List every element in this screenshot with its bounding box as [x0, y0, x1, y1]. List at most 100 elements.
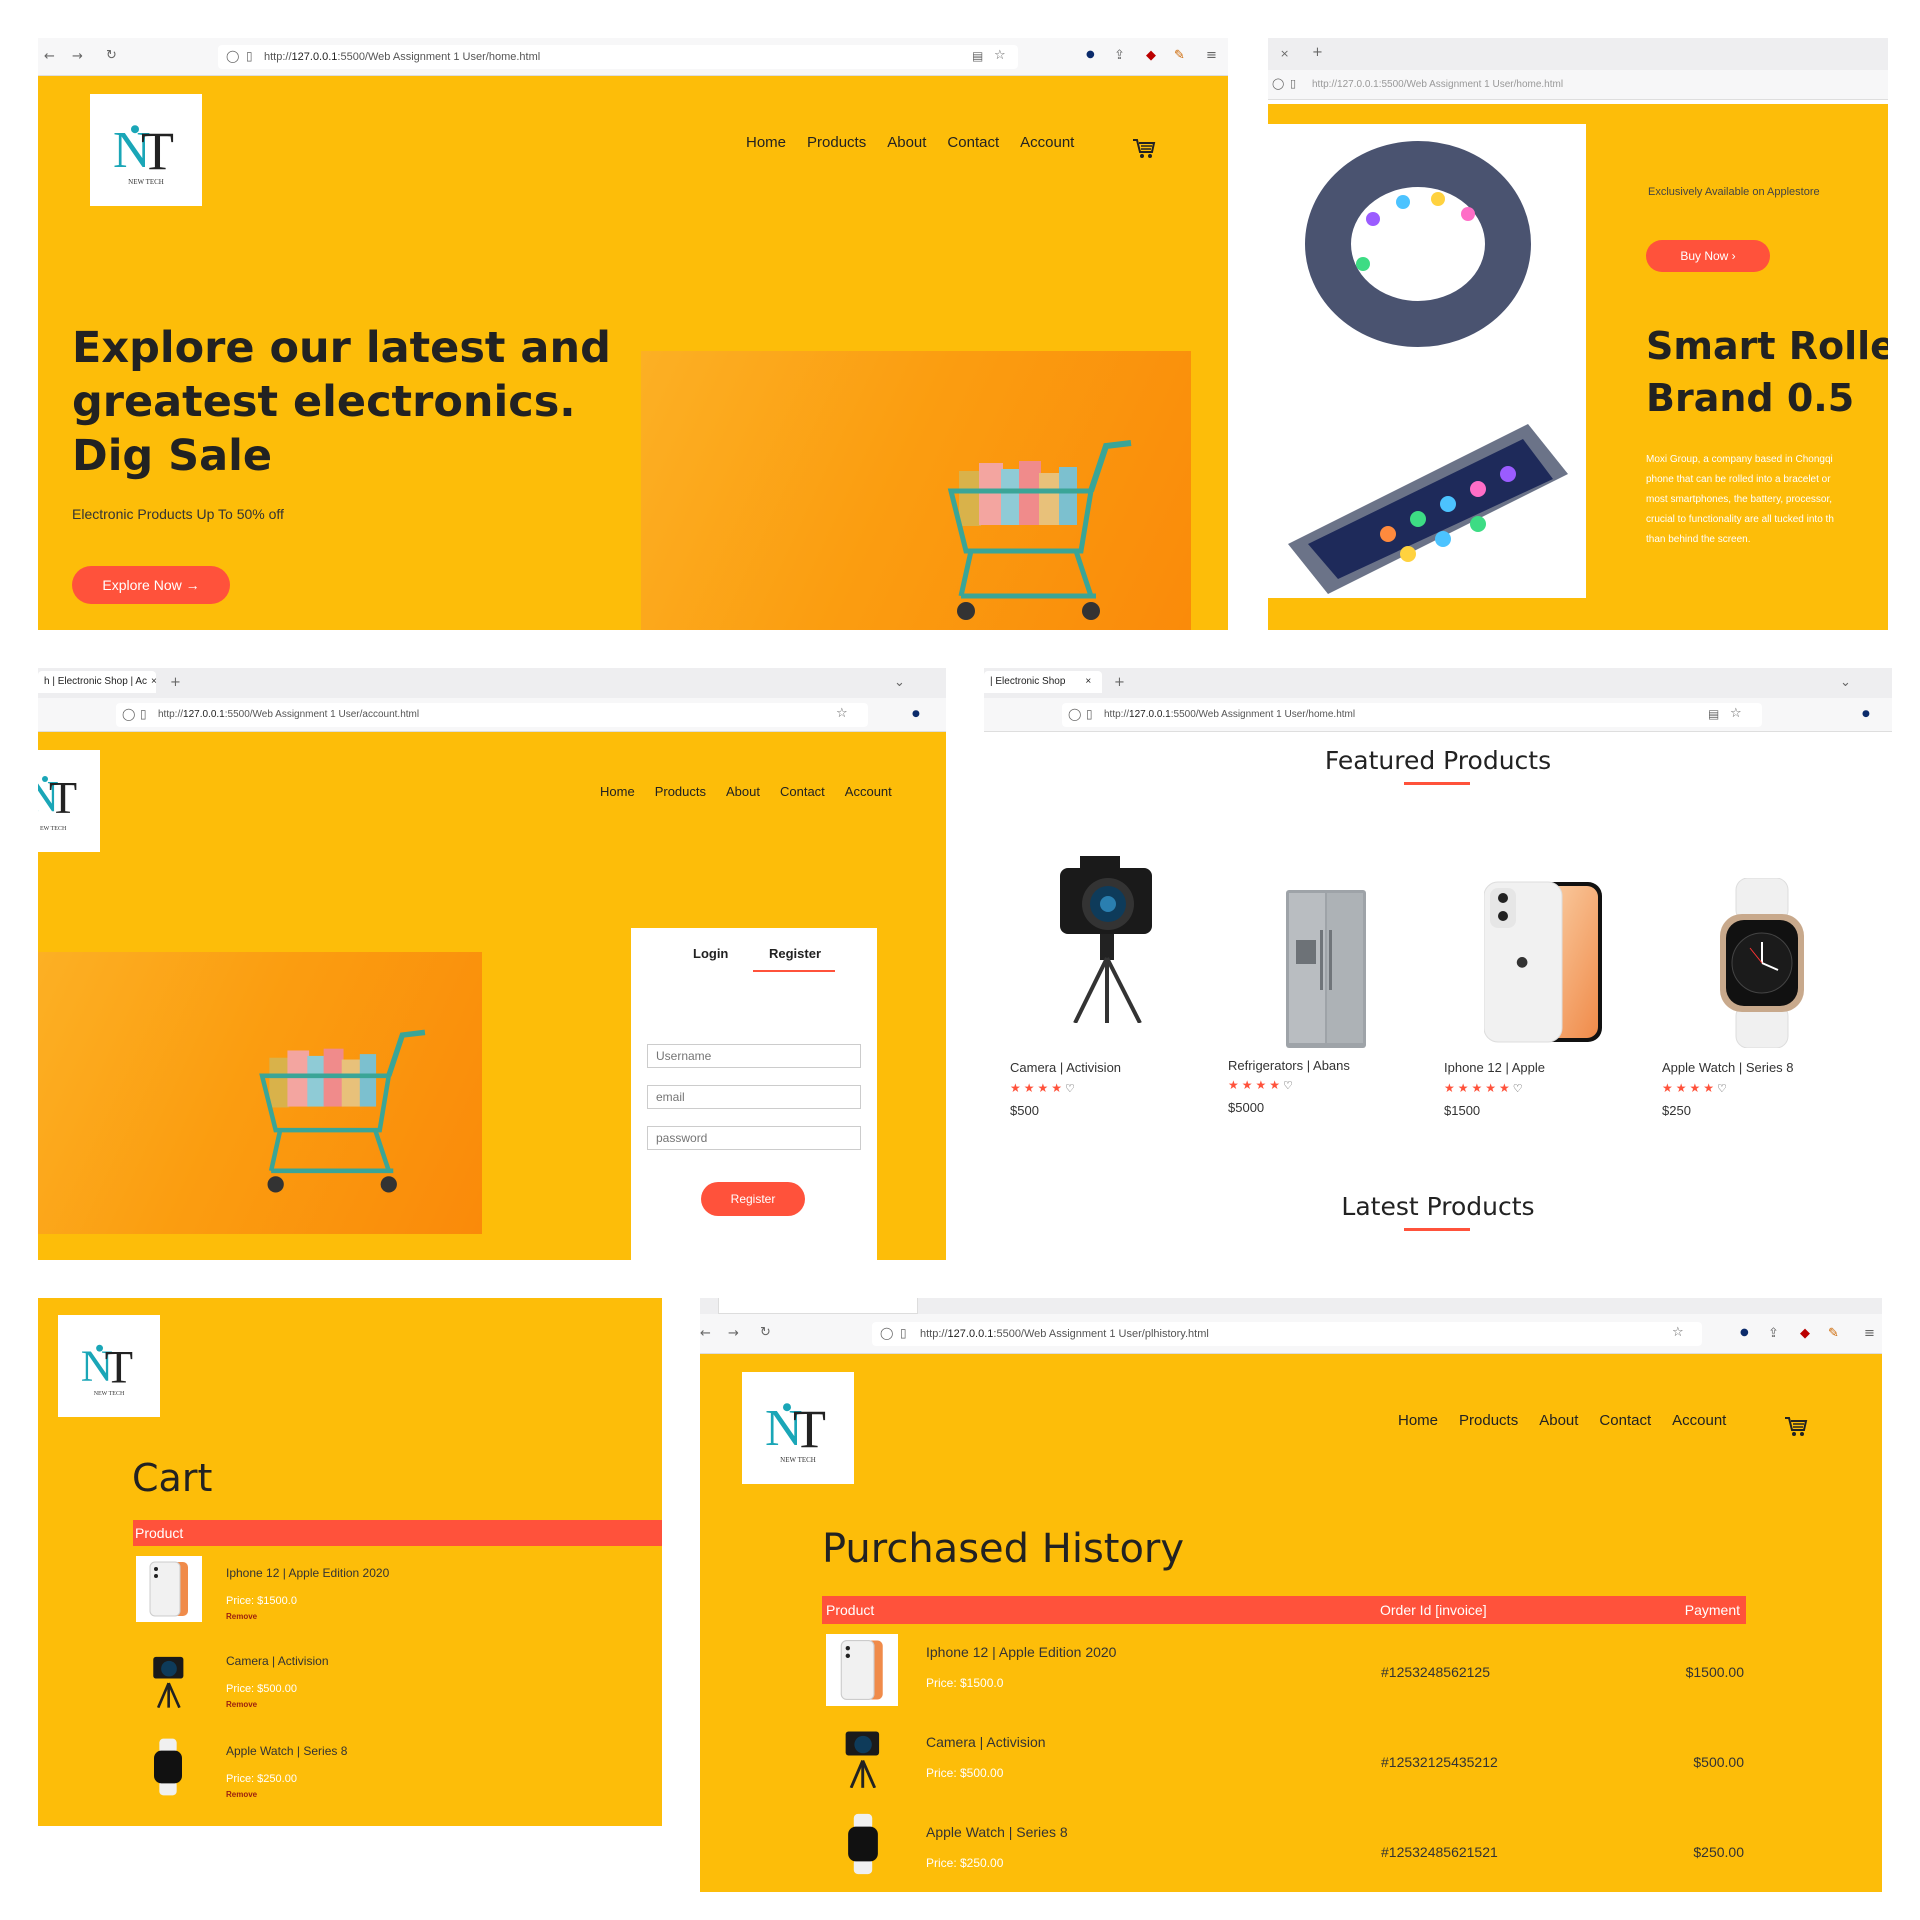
- bookmark-star-icon[interactable]: ☆: [836, 707, 848, 720]
- ublock-icon[interactable]: ◆: [1146, 49, 1156, 62]
- nav-contact[interactable]: Contact: [947, 134, 999, 151]
- ublock-icon[interactable]: ◆: [1800, 1327, 1810, 1340]
- cart-item-name[interactable]: Camera | Activision: [226, 1654, 329, 1668]
- heart-icon[interactable]: ♡: [1065, 1082, 1078, 1095]
- product-name[interactable]: Iphone 12 | Apple: [1444, 1060, 1545, 1075]
- remove-link[interactable]: Remove: [226, 1612, 257, 1621]
- site-logo[interactable]: N T NEW TECH: [90, 94, 202, 206]
- star-icons: ★★★★: [1010, 1081, 1066, 1095]
- heart-icon[interactable]: ♡: [1513, 1082, 1526, 1095]
- remove-link[interactable]: Remove: [226, 1700, 257, 1709]
- cart-icon[interactable]: [1784, 1416, 1808, 1438]
- history-order-id[interactable]: #1253248562125: [1381, 1664, 1490, 1680]
- tab-login[interactable]: Login: [693, 946, 728, 961]
- tab-title: | Electronic Shop: [990, 676, 1066, 687]
- history-item-name[interactable]: Camera | Activision: [926, 1734, 1046, 1750]
- svg-text:T: T: [793, 1399, 826, 1453]
- register-button[interactable]: Register: [701, 1182, 805, 1216]
- reader-icon[interactable]: ▤: [972, 50, 983, 62]
- browser-tab[interactable]: h | Electronic Shop | Ac ×: [38, 671, 157, 693]
- address-bar[interactable]: ◯ ▯ http://127.0.0.1:5500/Web Assignment…: [872, 1322, 1702, 1346]
- password-field[interactable]: [647, 1126, 861, 1150]
- username-field[interactable]: [647, 1044, 861, 1068]
- site-logo[interactable]: N T NEW TECH: [58, 1315, 160, 1417]
- forward-arrow-icon[interactable]: →: [72, 50, 83, 63]
- menu-icon[interactable]: ≡: [1206, 49, 1217, 62]
- reload-icon[interactable]: ↻: [106, 49, 117, 62]
- nav-products[interactable]: Products: [807, 134, 866, 151]
- bookmark-star-icon[interactable]: ☆: [1730, 707, 1742, 720]
- address-bar[interactable]: ◯ ▯ http://127.0.0.1:5500/Web Assignment…: [1062, 703, 1762, 727]
- menu-icon[interactable]: ≡: [1864, 1327, 1875, 1340]
- nav-home[interactable]: Home: [1398, 1412, 1438, 1429]
- cart-item-name[interactable]: Iphone 12 | Apple Edition 2020: [226, 1566, 389, 1580]
- new-tab-icon[interactable]: +: [170, 676, 181, 689]
- site-logo[interactable]: N T NEW TECH: [742, 1372, 854, 1484]
- extension-icon[interactable]: ✎: [1828, 1327, 1839, 1340]
- history-item-name[interactable]: Iphone 12 | Apple Edition 2020: [926, 1644, 1116, 1660]
- extension-dot-icon[interactable]: ●: [1740, 1328, 1749, 1338]
- nav-about[interactable]: About: [887, 134, 926, 151]
- browser-tab[interactable]: | Electronic Shop ×: [984, 671, 1102, 693]
- svg-text:T: T: [141, 121, 174, 175]
- close-tab-icon[interactable]: ×: [1280, 48, 1289, 59]
- site-logo[interactable]: N T EW TECH: [38, 750, 100, 852]
- cart-item-name[interactable]: Apple Watch | Series 8: [226, 1744, 347, 1758]
- nav-home[interactable]: Home: [746, 134, 786, 151]
- nav-products[interactable]: Products: [655, 784, 706, 799]
- chevron-down-icon[interactable]: ⌄: [1840, 676, 1851, 689]
- share-icon[interactable]: ⇪: [1768, 1327, 1779, 1340]
- history-item-name[interactable]: Apple Watch | Series 8: [926, 1824, 1068, 1840]
- bookmark-star-icon[interactable]: ☆: [1672, 1326, 1684, 1339]
- hero-heading-line3: Dig Sale: [72, 431, 273, 481]
- promo-page-screenshot: × + ◯ ▯ http://127.0.0.1:5500/Web Assign…: [1268, 38, 1888, 630]
- product-name[interactable]: Apple Watch | Series 8: [1662, 1060, 1794, 1075]
- back-arrow-icon[interactable]: ←: [44, 50, 55, 63]
- tab-register[interactable]: Register: [769, 946, 821, 961]
- cart-icon[interactable]: [1132, 138, 1156, 160]
- reload-icon[interactable]: ↻: [760, 1326, 771, 1339]
- shopping-cart-image: [259, 1029, 426, 1193]
- history-order-id[interactable]: #12532485621521: [1381, 1844, 1498, 1860]
- explore-now-button[interactable]: Explore Now →: [72, 566, 230, 604]
- new-tab-icon[interactable]: +: [1312, 46, 1323, 59]
- product-name[interactable]: Refrigerators | Abans: [1228, 1058, 1350, 1073]
- nav-account[interactable]: Account: [1020, 134, 1074, 151]
- back-arrow-icon[interactable]: ←: [700, 1327, 711, 1340]
- extension-dot-icon[interactable]: ●: [1086, 50, 1095, 60]
- buy-now-button[interactable]: Buy Now ›: [1646, 240, 1770, 272]
- bookmark-star-icon[interactable]: ☆: [994, 49, 1006, 62]
- nav-about[interactable]: About: [1539, 1412, 1578, 1429]
- shield-icon: ◯: [226, 49, 240, 63]
- nav-home[interactable]: Home: [600, 784, 635, 799]
- nav-contact[interactable]: Contact: [1599, 1412, 1651, 1429]
- close-tab-icon[interactable]: ×: [1085, 676, 1091, 687]
- share-icon[interactable]: ⇪: [1114, 49, 1125, 62]
- nav-account[interactable]: Account: [1672, 1412, 1726, 1429]
- new-tab-icon[interactable]: +: [1114, 676, 1125, 689]
- nav-about[interactable]: About: [726, 784, 760, 799]
- nav-account[interactable]: Account: [845, 784, 892, 799]
- logo-tagline: NEW TECH: [128, 178, 164, 186]
- forward-arrow-icon[interactable]: →: [728, 1327, 739, 1340]
- reader-icon[interactable]: ▤: [1708, 708, 1719, 720]
- remove-link[interactable]: Remove: [226, 1790, 257, 1799]
- chevron-down-icon[interactable]: ⌄: [894, 676, 905, 689]
- close-tab-icon[interactable]: ×: [151, 676, 157, 687]
- nav-products[interactable]: Products: [1459, 1412, 1518, 1429]
- email-field[interactable]: [647, 1085, 861, 1109]
- history-order-id[interactable]: #12532125435212: [1381, 1754, 1498, 1770]
- product-name[interactable]: Camera | Activision: [1010, 1060, 1121, 1075]
- address-bar[interactable]: ◯ ▯ http://127.0.0.1:5500/Web Assignment…: [218, 45, 1018, 69]
- cart-page-screenshot: N T NEW TECH Cart Product Iphone 12 | Ap…: [38, 1298, 662, 1826]
- extension-dot-icon[interactable]: ●: [1862, 710, 1870, 719]
- product-card[interactable]: [1010, 856, 1210, 1023]
- extension-dot-icon[interactable]: ●: [912, 710, 920, 719]
- heart-icon[interactable]: ♡: [1283, 1079, 1296, 1092]
- extension-icon[interactable]: ✎: [1174, 49, 1185, 62]
- browser-tab[interactable]: [718, 1298, 918, 1314]
- history-payment: $500.00: [1693, 1754, 1744, 1770]
- nav-contact[interactable]: Contact: [780, 784, 825, 799]
- heart-icon[interactable]: ♡: [1717, 1082, 1730, 1095]
- address-bar[interactable]: ◯ ▯ http://127.0.0.1:5500/Web Assignment…: [116, 703, 868, 727]
